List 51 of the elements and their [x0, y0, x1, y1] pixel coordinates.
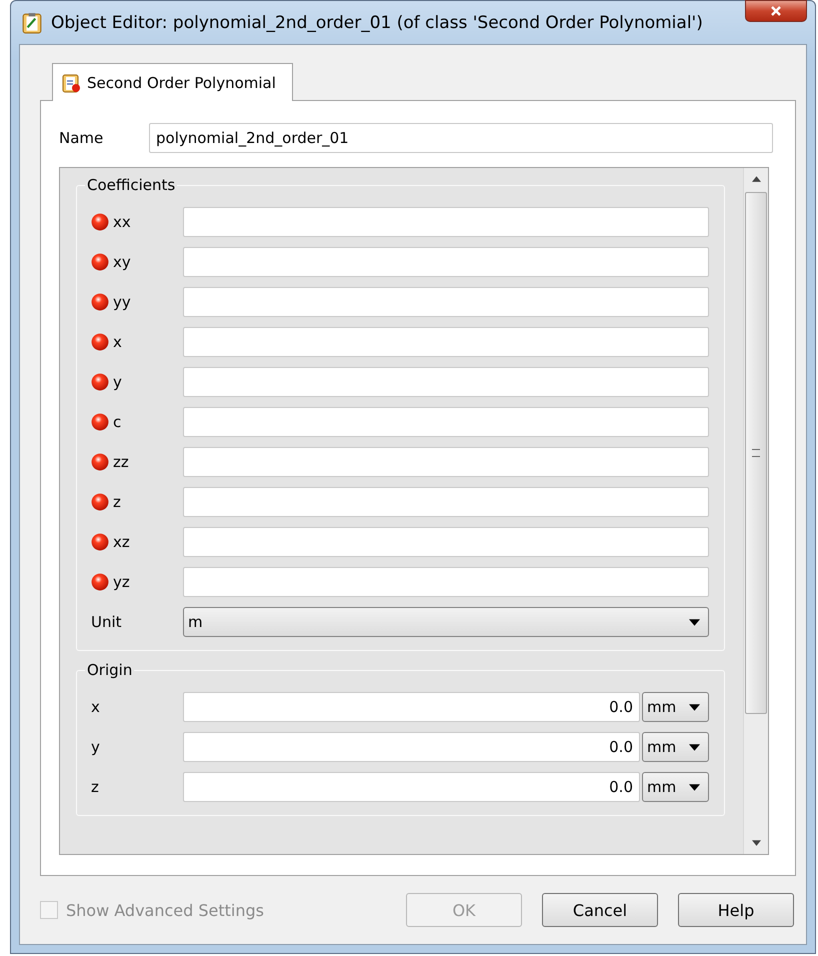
checkbox-label: Show Advanced Settings — [66, 900, 264, 920]
caret-icon — [689, 618, 700, 626]
coefficient-label: xy — [113, 253, 131, 271]
origin-label: x — [91, 698, 101, 716]
dialog-button[interactable]: Cancel — [542, 893, 658, 927]
caret-icon — [689, 744, 700, 750]
group-title: Coefficients — [86, 176, 176, 194]
tab[interactable]: Second Order Polynomial — [52, 63, 293, 101]
unit-dropdown[interactable]: mm — [642, 772, 709, 802]
coefficient-field[interactable] — [183, 327, 709, 357]
clipboard-icon — [61, 72, 81, 92]
coefficient-field[interactable] — [183, 567, 709, 597]
coefficient-label: xz — [113, 533, 130, 551]
close-icon — [770, 5, 782, 17]
coefficient-field[interactable] — [183, 407, 709, 437]
coefficient-label: y — [113, 373, 122, 391]
coefficient-field[interactable] — [183, 207, 709, 237]
clipboard-icon — [21, 12, 43, 34]
group-title: Origin — [86, 661, 134, 679]
coefficient-label: xx — [113, 213, 131, 231]
unit-dropdown[interactable]: mm — [642, 732, 709, 762]
origin-field[interactable]: 0.0 — [183, 772, 640, 802]
caret-icon — [689, 784, 700, 790]
unit-label: Unit — [91, 613, 123, 631]
coefficient-field[interactable] — [183, 367, 709, 397]
coefficient-field[interactable] — [183, 247, 709, 277]
name-label: Name — [59, 129, 104, 147]
window-title: Object Editor: polynomial_2nd_order_01 (of class 'Second Order Polynomial') — [51, 12, 703, 32]
coefficient-label: yz — [113, 573, 130, 591]
origin-label: y — [91, 738, 101, 756]
scroll-up-icon[interactable] — [752, 176, 760, 182]
scroll-down-icon[interactable] — [752, 840, 760, 846]
scrollbar[interactable] — [743, 168, 768, 854]
origin-field[interactable]: 0.0 — [183, 692, 640, 722]
coefficient-field[interactable] — [183, 487, 709, 517]
origin-label: z — [91, 778, 100, 796]
name-field[interactable]: polynomial_2nd_order_01 — [149, 123, 773, 153]
close-button[interactable] — [745, 0, 807, 22]
coefficient-field[interactable] — [183, 447, 709, 477]
coefficient-label: x — [113, 333, 122, 351]
coefficient-label: zz — [113, 453, 129, 471]
unit-dropdown[interactable]: mm — [642, 692, 709, 722]
origin-field[interactable]: 0.0 — [183, 732, 640, 762]
coefficient-label: c — [113, 413, 122, 431]
coefficient-label: yy — [113, 293, 131, 311]
coefficient-field[interactable] — [183, 287, 709, 317]
dialog-button[interactable]: Help — [678, 893, 794, 927]
coefficient-field[interactable] — [183, 527, 709, 557]
caret-icon — [689, 704, 700, 710]
unit-dropdown[interactable]: m — [183, 607, 709, 637]
coefficient-label: z — [113, 493, 121, 511]
